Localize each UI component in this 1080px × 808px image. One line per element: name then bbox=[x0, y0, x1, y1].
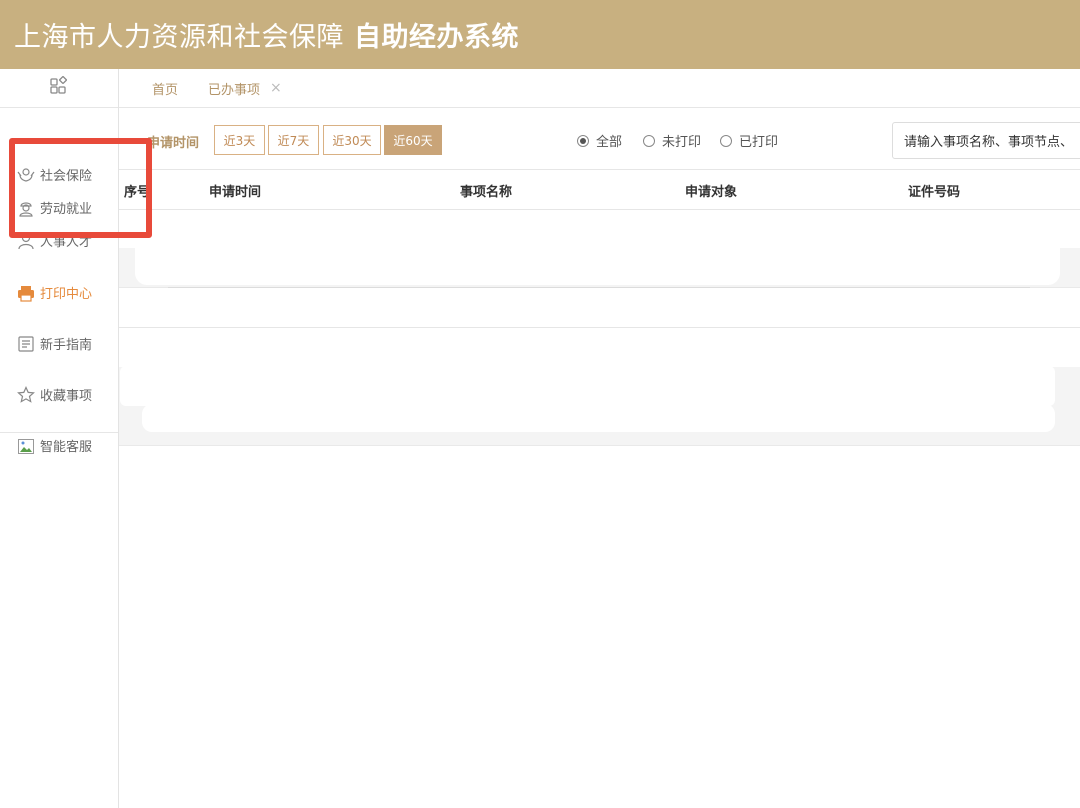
filter-label: 申请时间 bbox=[147, 136, 200, 151]
sidebar-item-social-insurance[interactable]: 社会保险 bbox=[17, 165, 92, 184]
radio-label: 已打印 bbox=[739, 135, 779, 150]
overlay-panel bbox=[135, 225, 1060, 285]
sidebar-top bbox=[0, 69, 118, 108]
column-header-applicant: 申请对象 bbox=[685, 185, 738, 200]
printer-icon bbox=[17, 284, 35, 302]
close-icon[interactable]: × bbox=[270, 80, 282, 96]
radio-dot bbox=[577, 134, 589, 147]
range-7-days-button[interactable]: 近7天 bbox=[268, 125, 319, 155]
sidebar-item-personnel[interactable]: 人事人才 bbox=[17, 231, 92, 250]
sidebar-item-favorites[interactable]: 收藏事项 bbox=[17, 385, 92, 404]
sidebar-item-print-center[interactable]: 打印中心 bbox=[17, 283, 92, 302]
column-header-apply-time: 申请时间 bbox=[209, 185, 262, 200]
tab-label: 首页 bbox=[152, 82, 179, 98]
app-header: 上海市人力资源和社会保障 自助经办系统 bbox=[0, 0, 1080, 69]
sidebar: 社会保险 劳动就业 人事人才 打印中心 新手指南 收藏事项 智能客服 bbox=[0, 69, 119, 808]
sidebar-item-smart-service[interactable]: 智能客服 bbox=[17, 436, 92, 455]
search-placeholder: 请输入事项名称、事项节点、 bbox=[904, 135, 1074, 150]
search-input[interactable]: 请输入事项名称、事项节点、 bbox=[892, 122, 1080, 159]
range-60-days-button[interactable]: 近60天 bbox=[384, 125, 442, 155]
star-icon bbox=[17, 385, 35, 404]
social-insurance-icon bbox=[17, 166, 35, 184]
table-row bbox=[119, 327, 1080, 328]
filter-bar: 申请时间 近3天 近7天 近30天 近60天 全部 未打印 已打印 请输入事项名… bbox=[119, 108, 1080, 170]
tab-completed-items[interactable]: 已办事项 × bbox=[208, 79, 282, 98]
app-title-bold: 自助经办系统 bbox=[354, 22, 519, 53]
column-header-id-number: 证件号码 bbox=[908, 185, 961, 200]
radio-unprinted[interactable]: 未打印 bbox=[643, 131, 701, 150]
radio-label: 全部 bbox=[596, 135, 623, 150]
overlay-panel bbox=[129, 330, 1057, 366]
sidebar-item-label: 新手指南 bbox=[40, 338, 93, 353]
sidebar-nav: 社会保险 劳动就业 人事人才 打印中心 新手指南 收藏事项 智能客服 bbox=[0, 108, 118, 455]
sidebar-item-employment[interactable]: 劳动就业 bbox=[17, 198, 92, 217]
column-header-item-name: 事项名称 bbox=[460, 185, 513, 200]
column-header-index: 序号 bbox=[124, 185, 151, 200]
broken-image-icon bbox=[17, 437, 35, 455]
table-header: 序号 申请时间 事项名称 申请对象 证件号码 bbox=[119, 170, 1080, 210]
sidebar-item-label: 社会保险 bbox=[40, 169, 93, 184]
divider bbox=[168, 287, 1030, 288]
grid-apps-icon[interactable] bbox=[49, 76, 69, 100]
overlay-panel bbox=[120, 366, 1055, 406]
radio-printed[interactable]: 已打印 bbox=[720, 131, 778, 150]
user-icon bbox=[17, 232, 35, 250]
sidebar-item-label: 收藏事项 bbox=[40, 389, 93, 404]
range-30-days-button[interactable]: 近30天 bbox=[323, 125, 381, 155]
sidebar-item-label: 智能客服 bbox=[40, 440, 93, 455]
app-title: 上海市人力资源和社会保障 自助经办系统 bbox=[14, 15, 519, 54]
range-3-days-button[interactable]: 近3天 bbox=[214, 125, 265, 155]
radio-all[interactable]: 全部 bbox=[577, 131, 622, 150]
radio-dot bbox=[720, 134, 732, 147]
worker-icon bbox=[17, 199, 35, 217]
tab-label: 已办事项 bbox=[208, 82, 261, 98]
sidebar-item-guide[interactable]: 新手指南 bbox=[17, 334, 92, 353]
radio-label: 未打印 bbox=[662, 135, 702, 150]
app-title-regular: 上海市人力资源和社会保障 bbox=[14, 22, 344, 53]
sidebar-item-label: 劳动就业 bbox=[40, 202, 93, 217]
radio-dot bbox=[643, 134, 655, 147]
tab-bar: 首页 已办事项 × bbox=[119, 69, 1080, 108]
sidebar-item-label: 人事人才 bbox=[40, 235, 93, 250]
tab-home[interactable]: 首页 bbox=[152, 79, 178, 98]
guide-icon bbox=[17, 335, 35, 353]
sidebar-item-label: 打印中心 bbox=[40, 287, 93, 302]
overlay-panel bbox=[142, 404, 1055, 432]
